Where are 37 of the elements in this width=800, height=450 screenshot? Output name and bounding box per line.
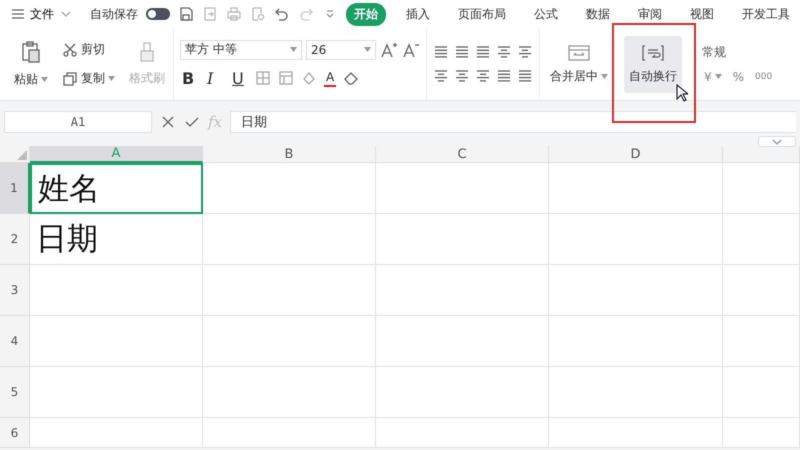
formula-field[interactable]: 日期 [230, 111, 796, 133]
font-color-button[interactable]: A [324, 69, 336, 87]
column-header[interactable]: D [549, 146, 723, 163]
cut-button[interactable]: 剪切 [60, 40, 117, 59]
thousands-button[interactable]: 000 [753, 70, 774, 82]
name-box[interactable]: A1 [4, 111, 152, 133]
autosave-label: 自动保存 [90, 6, 138, 22]
percent-button[interactable]: % [730, 68, 746, 84]
row-header[interactable]: 6 [0, 418, 30, 448]
wrap-text-button[interactable]: 自动换行 [624, 36, 682, 92]
underline-button[interactable]: U [230, 68, 248, 88]
ribbon-tab[interactable]: 数据 [578, 2, 618, 26]
italic-button[interactable]: I [205, 68, 223, 88]
currency-button[interactable]: ¥ [702, 68, 724, 84]
copy-button[interactable]: 复制 [60, 69, 117, 88]
row-header[interactable]: 5 [0, 367, 30, 418]
column-header[interactable]: B [203, 146, 376, 163]
font-size-field[interactable]: 26 [306, 40, 376, 60]
row-header[interactable]: 2 [0, 214, 30, 265]
ribbon-tab[interactable]: 公式 [526, 2, 566, 26]
file-menu[interactable]: 文件 [10, 6, 74, 22]
ribbon-tab[interactable]: 视图 [682, 2, 722, 26]
ribbon-tab[interactable]: 开发工具 [734, 2, 798, 26]
row-header[interactable]: 4 [0, 316, 30, 367]
ribbon-tab[interactable]: 审阅 [630, 2, 670, 26]
table-cell: 日期 [30, 214, 203, 265]
merge-center-button[interactable]: 合并居中 [546, 38, 612, 90]
bold-button[interactable]: B [180, 68, 198, 88]
ribbon-tab[interactable]: 页面布局 [450, 2, 514, 26]
column-header[interactable]: C [376, 146, 549, 163]
row-header[interactable]: 1 [0, 163, 30, 214]
number-format-field[interactable]: 常规 [702, 44, 774, 60]
ribbon-tab[interactable]: 插入 [398, 2, 438, 26]
paste-button[interactable]: 粘贴 [12, 70, 50, 88]
row-header[interactable]: 3 [0, 265, 30, 316]
font-name-field[interactable]: 苹方 中等 [180, 40, 302, 60]
table-cell: 姓名 [30, 163, 203, 214]
